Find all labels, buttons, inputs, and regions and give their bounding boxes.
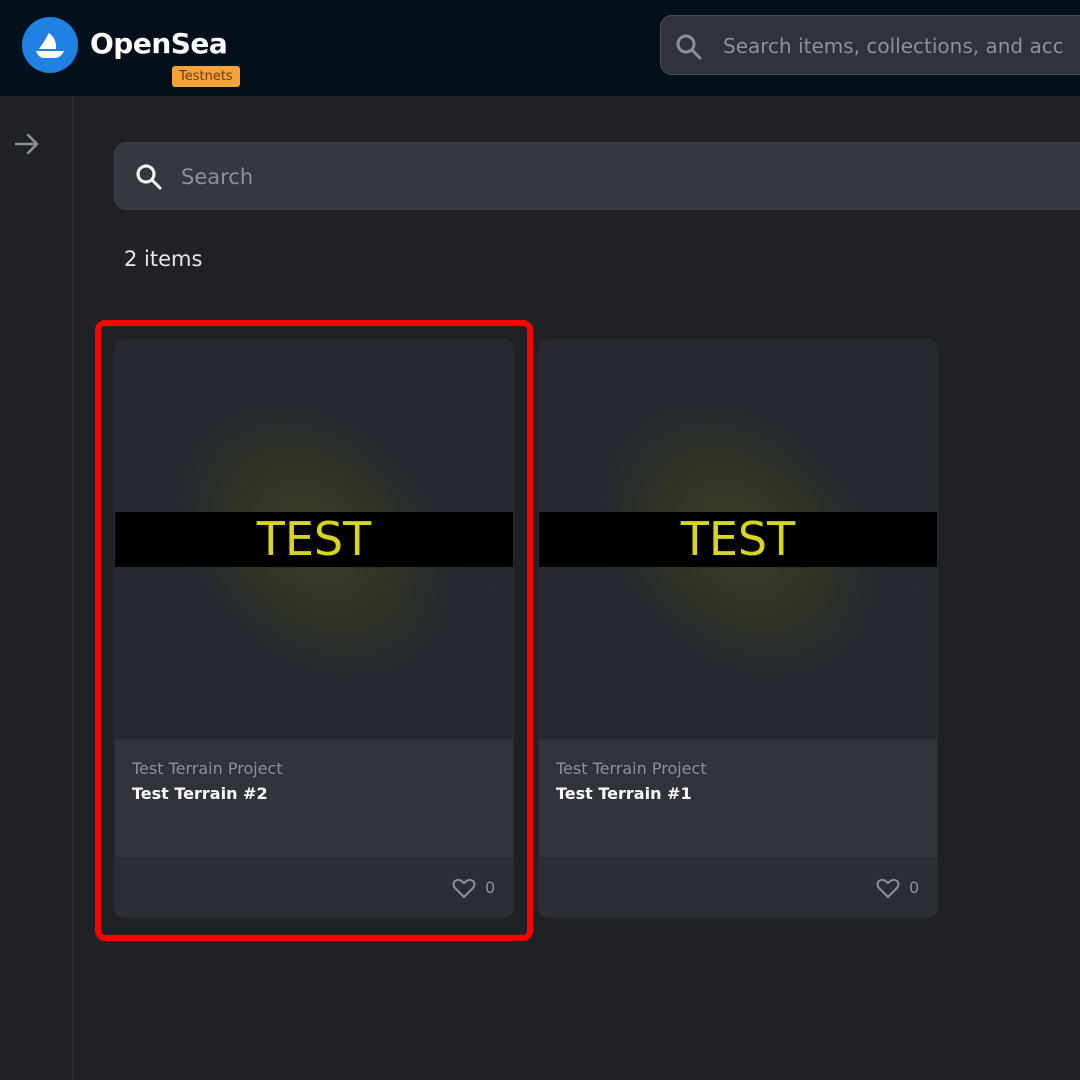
- top-navbar: OpenSea Testnets: [0, 0, 1080, 96]
- item-name[interactable]: Test Terrain #1: [556, 784, 692, 803]
- items-search-input[interactable]: [179, 143, 1080, 211]
- items-search-bar[interactable]: [114, 142, 1080, 211]
- search-icon: [136, 164, 162, 190]
- nft-card[interactable]: TEST Test Terrain Project Test Terrain #…: [539, 340, 937, 917]
- collection-name[interactable]: Test Terrain Project: [556, 759, 707, 778]
- arrow-right-icon[interactable]: [13, 130, 41, 158]
- brand-name[interactable]: OpenSea: [90, 27, 228, 60]
- item-count: 2 items: [124, 247, 203, 271]
- heart-icon[interactable]: [875, 876, 901, 900]
- highlight-box: [95, 320, 533, 941]
- image-text: TEST: [680, 512, 796, 566]
- card-info[interactable]: Test Terrain Project Test Terrain #1: [539, 739, 937, 858]
- like-count: 0: [909, 878, 920, 897]
- testnets-badge: Testnets: [172, 66, 240, 87]
- search-icon: [676, 34, 702, 60]
- filter-sidebar: [0, 96, 73, 1080]
- global-search-bar[interactable]: [660, 15, 1080, 76]
- nft-image[interactable]: TEST: [539, 340, 937, 739]
- opensea-logo-icon[interactable]: [22, 17, 78, 73]
- global-search-input[interactable]: [721, 16, 1080, 76]
- card-footer: 0: [539, 858, 937, 917]
